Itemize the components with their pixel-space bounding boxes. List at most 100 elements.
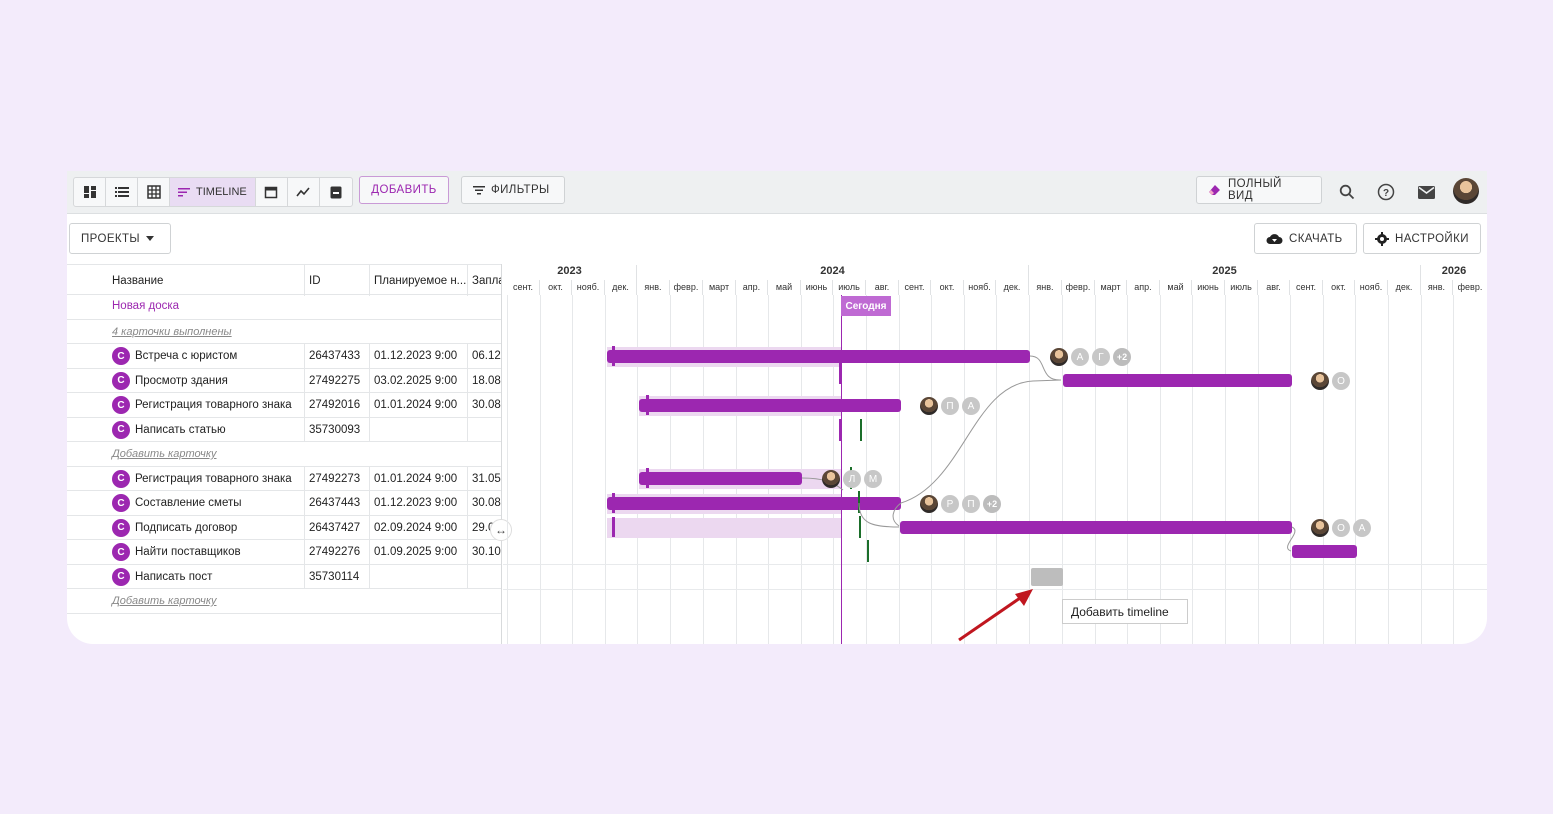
board-view-icon [83,186,96,198]
help-button[interactable]: ? [1373,179,1399,205]
task-name: Подписать договор [135,521,238,534]
timeline-view-icon [178,188,190,197]
search-button[interactable] [1334,179,1360,205]
list-view-button[interactable] [106,178,138,206]
task-name-cell[interactable]: С Найти поставщиков [67,540,305,564]
table-row[interactable]: С Регистрация товарного знака 27492273 0… [67,466,501,491]
table-row[interactable]: С Подписать договор 26437427 02.09.2024 … [67,515,501,540]
card-type-icon: С [112,371,130,390]
grid-line [1388,295,1389,644]
mail-button[interactable] [1413,179,1439,205]
add-button-label: ДОБАВИТЬ [371,184,437,196]
year-label: 2024 [637,265,1029,280]
grid-line [1290,295,1291,644]
task-end: 31.05 [472,472,501,485]
add-card-link[interactable]: Добавить карточку [112,448,217,460]
assignee-avatar[interactable]: Л [843,470,861,488]
full-view-button[interactable]: ПОЛНЫЙ ВИД [1196,176,1322,204]
assignee-avatar[interactable]: М [864,470,882,488]
assignee-avatar[interactable] [920,397,938,415]
col-name-header[interactable]: Название [67,265,305,296]
col-start-header[interactable]: Планируемое н... [370,265,468,296]
task-name-cell[interactable]: С Регистрация товарного знака [67,466,305,491]
task-name: Регистрация товарного знака [135,399,292,411]
task-name: Найти поставщиков [135,546,241,558]
timeline-bar[interactable] [1063,374,1292,387]
table-row[interactable]: С Написать статью 35730093 [67,417,501,442]
assignee-avatar[interactable] [1311,519,1329,537]
month-label: дек. [996,280,1029,295]
card-type-icon: С [112,420,130,439]
calendar-view-button[interactable] [256,178,288,206]
timeline-bar[interactable] [639,399,901,412]
chart-view-button[interactable] [288,178,320,206]
assignee-avatar[interactable] [1311,372,1329,390]
task-name-cell[interactable]: С Написать пост [67,564,305,589]
assignee-avatar[interactable]: О [1332,372,1350,390]
assignee-avatar[interactable]: Р [941,495,959,513]
board-name[interactable]: Новая доска [112,300,179,312]
more-assignees-badge[interactable]: +2 [1113,348,1131,366]
more-assignees-badge[interactable]: +2 [983,495,1001,513]
timeline-bar[interactable] [1292,545,1357,558]
task-name-cell[interactable]: С Встреча с юристом [67,344,305,368]
chart-view-icon [296,187,310,197]
assignee-avatar[interactable]: О [1332,519,1350,537]
assignee-avatar[interactable]: А [1353,519,1371,537]
table-row[interactable]: С Найти поставщиков 27492276 01.09.2025 … [67,540,501,565]
grid-line [1127,295,1128,644]
timeline-bar[interactable] [607,350,1030,363]
col-id-header[interactable]: ID [305,265,370,296]
assignee-avatar[interactable] [1050,348,1068,366]
month-label: июль [1225,280,1258,295]
grid-line [1355,295,1356,644]
task-start [370,564,468,589]
deadline-marker [859,516,861,538]
add-card-link[interactable]: Добавить карточку [112,595,217,607]
archive-view-button[interactable] [320,178,352,206]
table-row[interactable]: С Просмотр здания 27492275 03.02.2025 9:… [67,368,501,393]
table-row[interactable]: С Написать пост 35730114 [67,564,501,589]
month-label: февр. [1457,282,1483,292]
task-name-cell[interactable]: С Составление сметы [67,491,305,515]
filters-button[interactable]: ФИЛЬТРЫ [461,176,565,204]
task-name-cell[interactable]: С Написать статью [67,417,305,442]
gear-icon [1375,231,1389,246]
assignee-avatar[interactable] [822,470,840,488]
assignee-avatar[interactable]: П [962,495,980,513]
download-button[interactable]: СКАЧАТЬ [1254,223,1357,254]
settings-button[interactable]: НАСТРОЙКИ [1363,223,1481,254]
done-cards-link[interactable]: 4 карточки выполнены [112,326,232,338]
projects-dropdown[interactable]: ПРОЕКТЫ [69,223,171,254]
col-end-header[interactable]: Запла [468,265,501,296]
task-name-cell[interactable]: С Регистрация товарного знака [67,393,305,417]
start-marker [612,517,615,537]
month-label: июль [833,280,866,295]
assignee-avatar[interactable]: А [962,397,980,415]
assignee-avatar[interactable]: Г [1092,348,1110,366]
table-row[interactable]: С Встреча с юристом 26437433 01.12.2023 … [67,344,501,369]
grid-line [1095,295,1096,644]
today-badge[interactable]: Сегодня [841,296,891,316]
timeline-view-button[interactable]: TIMELINE [170,178,256,206]
task-table: Название ID Планируемое н... Запла Новая… [67,264,502,644]
task-name-cell[interactable]: С Подписать договор [67,515,305,540]
timeline-bar[interactable] [607,497,901,510]
table-view-button[interactable] [138,178,170,206]
task-end: 18.08 [472,374,501,387]
settings-label: НАСТРОЙКИ [1395,232,1469,245]
timeline-bar[interactable] [900,521,1292,534]
table-row[interactable]: С Составление сметы 26437443 01.12.2023 … [67,491,501,516]
task-name-cell[interactable]: С Просмотр здания [67,368,305,393]
board-view-button[interactable] [74,178,106,206]
add-card-row: Добавить карточку [67,442,501,467]
add-button[interactable]: ДОБАВИТЬ [359,176,449,204]
month-label: сент. [507,280,540,295]
assignee-avatar[interactable]: П [941,397,959,415]
assignee-avatar[interactable]: А [1071,348,1089,366]
user-avatar[interactable] [1453,178,1479,204]
timeline-bar[interactable] [639,472,802,485]
assignee-avatar[interactable] [920,495,938,513]
table-row[interactable]: С Регистрация товарного знака 27492016 0… [67,393,501,418]
projects-label: ПРОЕКТЫ [81,232,141,245]
